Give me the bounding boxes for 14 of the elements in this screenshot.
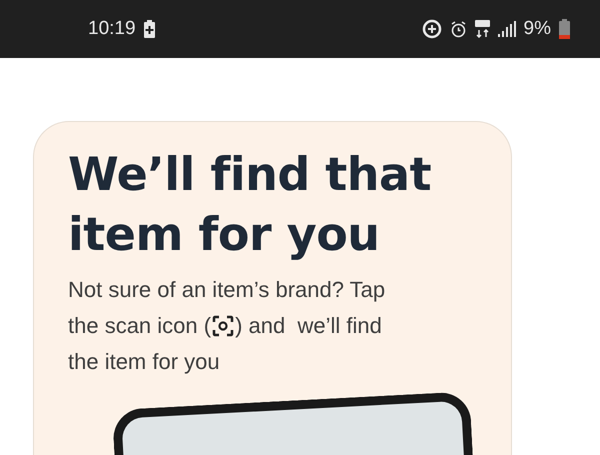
- scan-icon: [212, 315, 234, 337]
- alarm-clock-icon: [450, 20, 467, 38]
- description-text: the scan icon (: [68, 312, 212, 340]
- description-text: the item for you: [68, 348, 220, 376]
- mobile-data-icon: [474, 20, 490, 38]
- clock-time: 10:19: [88, 18, 136, 40]
- battery-percentage: 9%: [524, 18, 551, 40]
- signal-icon: [498, 21, 516, 37]
- description-text: Not sure of an item’s brand? Tap: [68, 276, 386, 304]
- data-saver-icon: [422, 19, 442, 39]
- description-text: ) and we’ll find: [235, 312, 382, 340]
- card-title: We’ll find that item for you: [68, 146, 432, 263]
- battery-low-icon: [559, 19, 570, 39]
- battery-charging-icon: [144, 20, 155, 38]
